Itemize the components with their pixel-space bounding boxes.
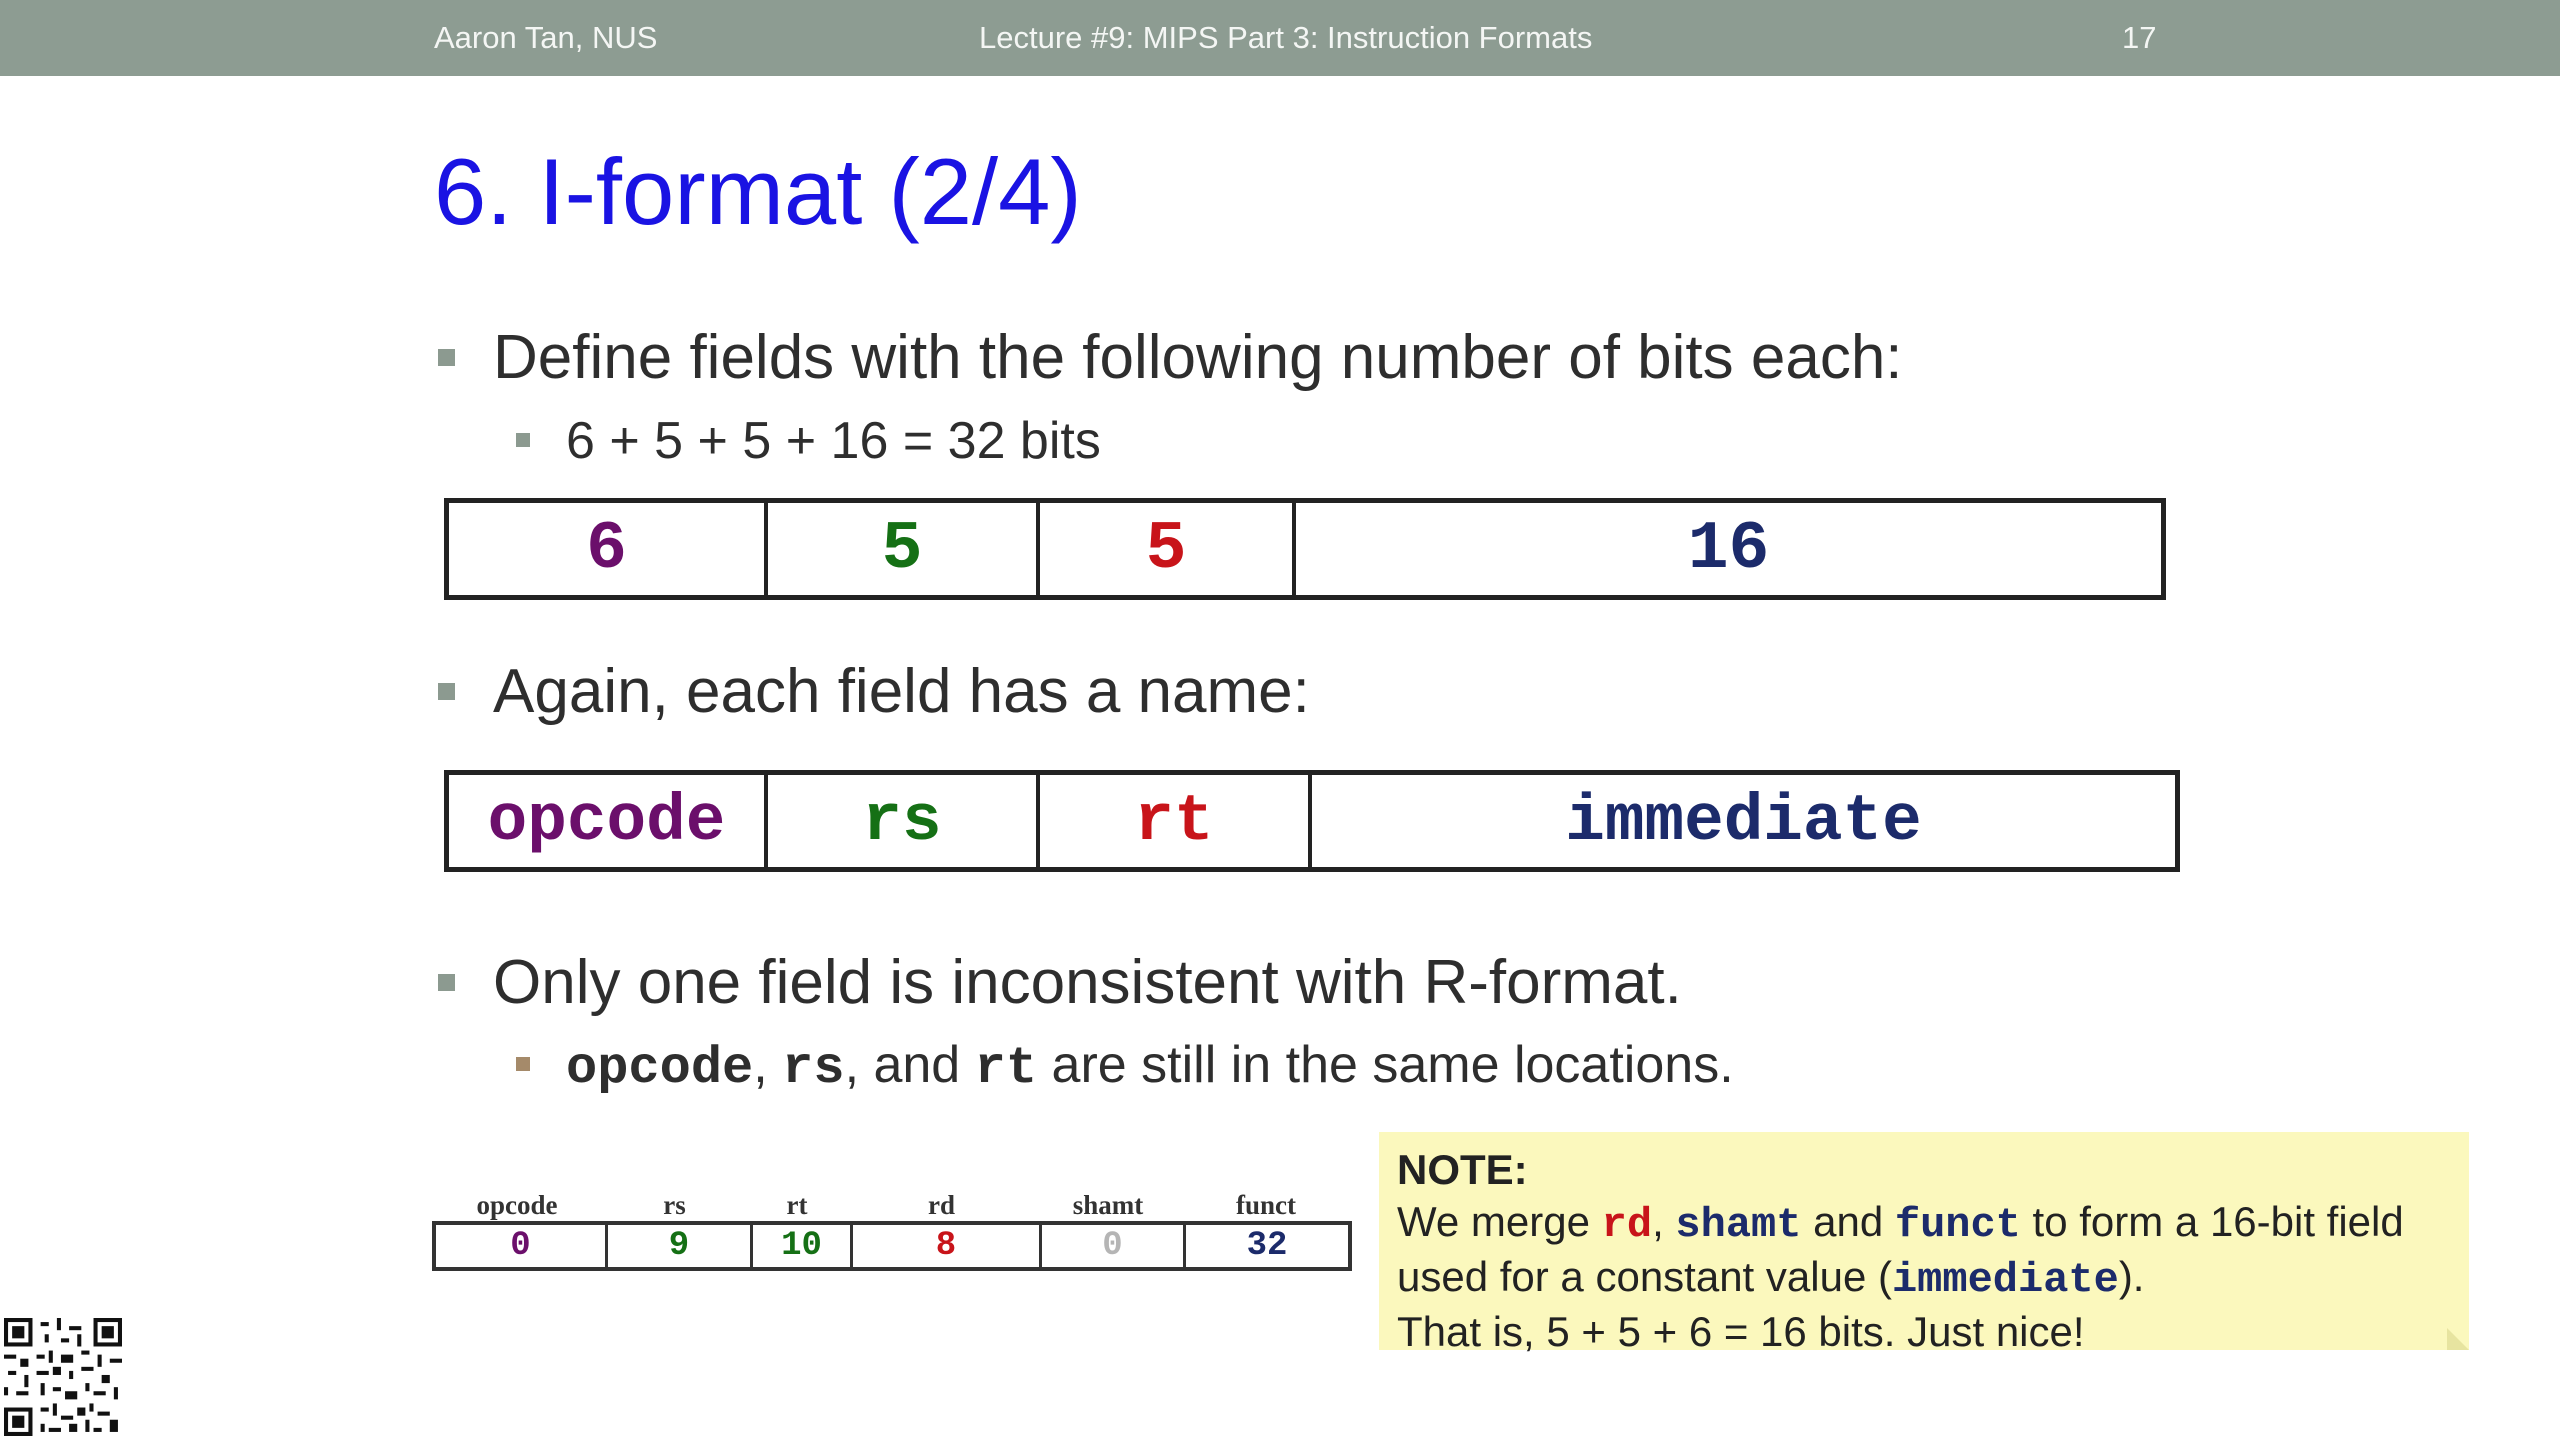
value-rt: 10 bbox=[753, 1225, 853, 1267]
bit-width-value: 6 bbox=[586, 510, 627, 588]
note-heading-text: NOTE: bbox=[1397, 1146, 1528, 1193]
bullet-field-names: Again, each field has a name: bbox=[438, 656, 1310, 727]
bullet-text: Again, each field has a name: bbox=[493, 657, 1310, 726]
note-text: used for a constant value ( bbox=[1397, 1253, 1892, 1300]
header-shamt: shamt bbox=[1072, 1190, 1144, 1220]
field-immediate: immediate bbox=[1312, 775, 2175, 867]
note-line-1: We merge rd, shamt and funct to form a 1… bbox=[1397, 1196, 2451, 1251]
note-heading: NOTE: bbox=[1397, 1144, 2451, 1196]
header-rs: rs bbox=[663, 1190, 686, 1220]
header-opcode: opcode bbox=[476, 1190, 558, 1220]
page-curl-corner bbox=[2447, 1328, 2469, 1350]
qr-code-image bbox=[4, 1318, 122, 1436]
bullet-inconsistent-field: Only one field is inconsistent with R-fo… bbox=[438, 947, 1682, 1018]
field-name-row: opcode rs rt immediate bbox=[444, 770, 2180, 872]
value-rs: 9 bbox=[608, 1225, 753, 1267]
bullet-marker bbox=[438, 683, 455, 700]
code-funct: funct bbox=[1894, 1201, 2021, 1249]
bullet-text: Define fields with the following number … bbox=[493, 323, 1903, 392]
value-opcode: 0 bbox=[436, 1225, 608, 1267]
code-opcode: opcode bbox=[566, 1039, 754, 1098]
bullet-marker bbox=[438, 974, 455, 991]
r-format-headers: opcode rs rt rd shamt funct bbox=[432, 1190, 1352, 1221]
note-text: and bbox=[1801, 1198, 1895, 1245]
r-format-values: 0 9 10 8 0 32 bbox=[432, 1221, 1352, 1271]
value-shamt: 0 bbox=[1042, 1225, 1186, 1267]
note-text: We merge bbox=[1397, 1198, 1602, 1245]
field-name-text: immediate bbox=[1565, 783, 1922, 859]
header-funct: funct bbox=[1236, 1190, 1296, 1220]
field-name-text: opcode bbox=[487, 783, 726, 859]
field-rt: rt bbox=[1040, 775, 1312, 867]
header-author: Aaron Tan, NUS bbox=[434, 20, 658, 55]
note-box: NOTE: We merge rd, shamt and funct to fo… bbox=[1379, 1132, 2469, 1355]
code-rt: rt bbox=[974, 1039, 1038, 1098]
code-rs: rs bbox=[782, 1039, 845, 1098]
note-text: , bbox=[1652, 1198, 1676, 1245]
header-lecture-title: Lecture #9: MIPS Part 3: Instruction For… bbox=[979, 20, 1593, 55]
bit-width-value: 16 bbox=[1687, 510, 1770, 588]
code-rd: rd bbox=[1601, 1201, 1653, 1249]
slide-title: 6. I-format (2/4) bbox=[434, 139, 1082, 244]
text-rest: are still in the same locations. bbox=[1037, 1036, 1734, 1094]
r-format-example-table: opcode rs rt rd shamt funct 0 9 10 8 0 3… bbox=[432, 1190, 1352, 1271]
text-and: , and bbox=[844, 1036, 975, 1094]
bullet-text: 6 + 5 + 5 + 16 = 32 bits bbox=[566, 412, 1101, 470]
bullet-text: Only one field is inconsistent with R-fo… bbox=[493, 948, 1682, 1017]
header-page-number: 17 bbox=[2122, 20, 2157, 55]
bit-width-rs: 5 bbox=[768, 503, 1040, 595]
bit-width-row: 6 5 5 16 bbox=[444, 498, 2166, 600]
header-rd: rd bbox=[928, 1190, 955, 1220]
bit-width-immediate: 16 bbox=[1296, 503, 2161, 595]
bullet-marker bbox=[438, 349, 455, 366]
field-opcode: opcode bbox=[449, 775, 768, 867]
value-rd: 8 bbox=[853, 1225, 1042, 1267]
field-name-text: rt bbox=[1134, 783, 1214, 859]
code-immediate: immediate bbox=[1891, 1256, 2119, 1304]
note-text: ). bbox=[2118, 1253, 2145, 1300]
field-rs: rs bbox=[768, 775, 1040, 867]
bit-width-rt: 5 bbox=[1040, 503, 1296, 595]
slide-header: Aaron Tan, NUS Lecture #9: MIPS Part 3: … bbox=[0, 0, 2560, 76]
text-comma: , bbox=[753, 1036, 783, 1094]
bit-width-value: 5 bbox=[881, 510, 923, 588]
note-line-3: That is, 5 + 5 + 6 = 16 bits. Just nice! bbox=[1397, 1308, 2085, 1355]
bullet-marker bbox=[516, 433, 530, 447]
note-line-2: used for a constant value (immediate). bbox=[1397, 1251, 2451, 1306]
field-name-text: rs bbox=[862, 783, 942, 859]
bullet-marker bbox=[516, 1057, 530, 1071]
bit-width-value: 5 bbox=[1145, 510, 1187, 588]
value-funct: 32 bbox=[1246, 1227, 1288, 1265]
header-rt: rt bbox=[786, 1190, 808, 1220]
bit-width-opcode: 6 bbox=[449, 503, 768, 595]
bullet-define-fields: Define fields with the following number … bbox=[438, 322, 1903, 393]
sub-bullet-same-locations: opcode, rs, and rt are still in the same… bbox=[516, 1035, 1734, 1098]
note-text: to form a 16-bit field bbox=[2020, 1198, 2404, 1245]
sub-bullet-bit-sum: 6 + 5 + 5 + 16 = 32 bits bbox=[516, 411, 1101, 471]
code-shamt: shamt bbox=[1675, 1201, 1802, 1249]
